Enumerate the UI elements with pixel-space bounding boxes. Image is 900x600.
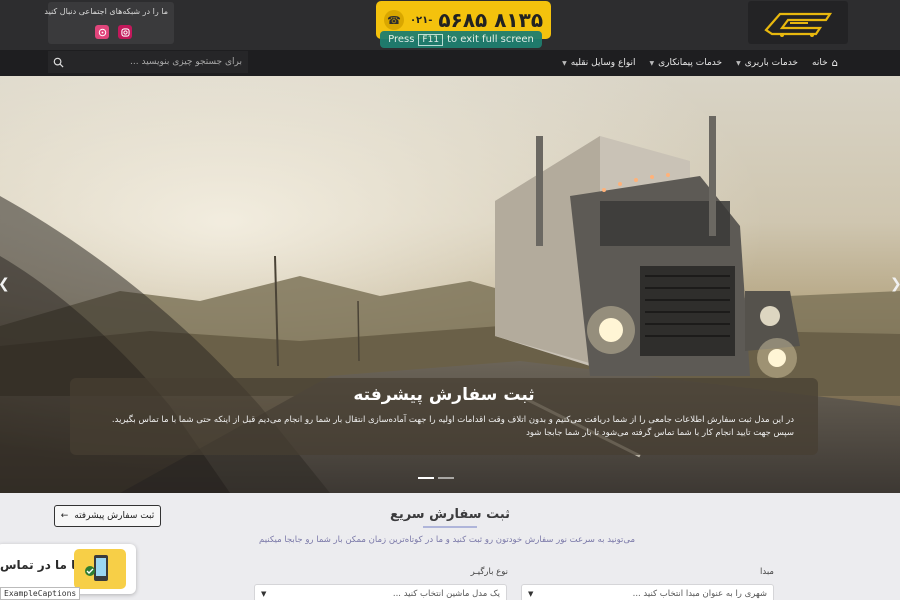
slide-indicators bbox=[418, 477, 454, 479]
nav-item-label: خانه bbox=[812, 58, 828, 68]
load-type-label: نوع بارگیـر bbox=[470, 567, 508, 577]
site-logo[interactable] bbox=[748, 1, 848, 44]
truck-logo-icon bbox=[764, 12, 833, 37]
slide-dot[interactable] bbox=[418, 477, 434, 479]
chevron-down-icon: ▼ bbox=[528, 590, 534, 598]
search-input[interactable] bbox=[68, 52, 248, 72]
origin-select-value: شهری را به عنوان مبدا انتخاب کنید ... bbox=[632, 589, 767, 599]
load-type-select-value: یک مدل ماشین انتخاب کنید ... bbox=[392, 589, 500, 599]
advanced-order-label: ثبت سفارش پیشرفته bbox=[74, 511, 155, 521]
slide-dot[interactable] bbox=[438, 477, 454, 479]
chevron-down-icon: ▼ bbox=[649, 59, 655, 67]
origin-select[interactable]: شهری را به عنوان مبدا انتخاب کنید ... ▼ bbox=[521, 584, 774, 600]
load-type-select[interactable]: یک مدل ماشین انتخاب کنید ... ▼ bbox=[254, 584, 507, 600]
top-header: ☎ ۰۲۱- ۵۶۸۵ ۸۱۳۵ Press F11 to exit full … bbox=[0, 0, 900, 50]
fullscreen-toast: Press F11 to exit full screen bbox=[380, 31, 542, 48]
chevron-down-icon: ▼ bbox=[736, 59, 741, 67]
section-subtitle: می‌تونید به سرعت نور سفارش خودتون رو ثبت… bbox=[259, 535, 635, 545]
nav-item-label: خدمات پیمانکاری bbox=[658, 58, 723, 68]
hero-slider: ❮ ❯ ثبت سفارش پیشرفته در این مدل ثبت سفا… bbox=[0, 76, 900, 493]
nav-item-freight-services[interactable]: خدمات باربری ▼ bbox=[736, 58, 798, 68]
origin-label: مبدا bbox=[760, 567, 774, 577]
prev-slide-arrow-icon[interactable]: ❮ bbox=[0, 276, 10, 292]
nav-item-vehicle-types[interactable]: انواع وسایل نقلیه ▼ bbox=[562, 58, 635, 68]
nav-item-home[interactable]: ⌂ خانه bbox=[812, 58, 838, 69]
phone-support-icon bbox=[74, 549, 126, 589]
advanced-order-button[interactable]: ثبت سفارش پیشرفته ← bbox=[54, 505, 161, 527]
arrow-left-icon: ← bbox=[60, 511, 69, 521]
slide-title: ثبت سفارش پیشرفته bbox=[353, 385, 535, 405]
toast-key: F11 bbox=[418, 33, 444, 46]
slide-caption: ثبت سفارش پیشرفته در این مدل ثبت سفارش ا… bbox=[70, 378, 818, 455]
social-label: ما را در شبکه‌های اجتماعی دنبال کنید bbox=[44, 7, 168, 16]
phone-prefix: ۰۲۱- bbox=[409, 14, 433, 26]
search-bar bbox=[48, 51, 248, 73]
nav-item-contracting-services[interactable]: خدمات پیمانکاری ▼ bbox=[649, 58, 722, 68]
phone-number: ۵۶۸۵ ۸۱۳۵ bbox=[438, 8, 544, 32]
chevron-down-icon: ▼ bbox=[261, 590, 267, 598]
home-icon: ⌂ bbox=[831, 57, 838, 69]
nav-item-label: انواع وسایل نقلیه bbox=[570, 58, 636, 68]
caption-watermark: ExampleCaptions bbox=[0, 587, 81, 600]
chevron-down-icon: ▼ bbox=[562, 59, 567, 67]
nav-menu: ⌂ خانه خدمات باربری ▼ خدمات پیمانکاری ▼ … bbox=[562, 50, 838, 76]
social-links: ما را در شبکه‌های اجتماعی دنبال کنید bbox=[44, 2, 174, 44]
slide-text: در این مدل ثبت سفارش اطلاعات جامعی را از… bbox=[111, 415, 794, 438]
section-title: ثبت سفارش سریع bbox=[389, 507, 511, 522]
instagram-icon[interactable] bbox=[118, 25, 132, 39]
toast-text-before: Press bbox=[388, 34, 415, 45]
search-icon[interactable] bbox=[48, 52, 68, 72]
title-underline bbox=[423, 526, 477, 528]
nav-item-label: خدمات باربری bbox=[744, 58, 798, 68]
aparat-icon[interactable] bbox=[95, 25, 109, 39]
toast-text-after: to exit full screen bbox=[447, 34, 534, 45]
contact-us-label: با ما در تماس bbox=[0, 558, 81, 572]
phone-icon: ☎ bbox=[383, 10, 404, 30]
next-slide-arrow-icon[interactable]: ❯ bbox=[890, 276, 900, 292]
